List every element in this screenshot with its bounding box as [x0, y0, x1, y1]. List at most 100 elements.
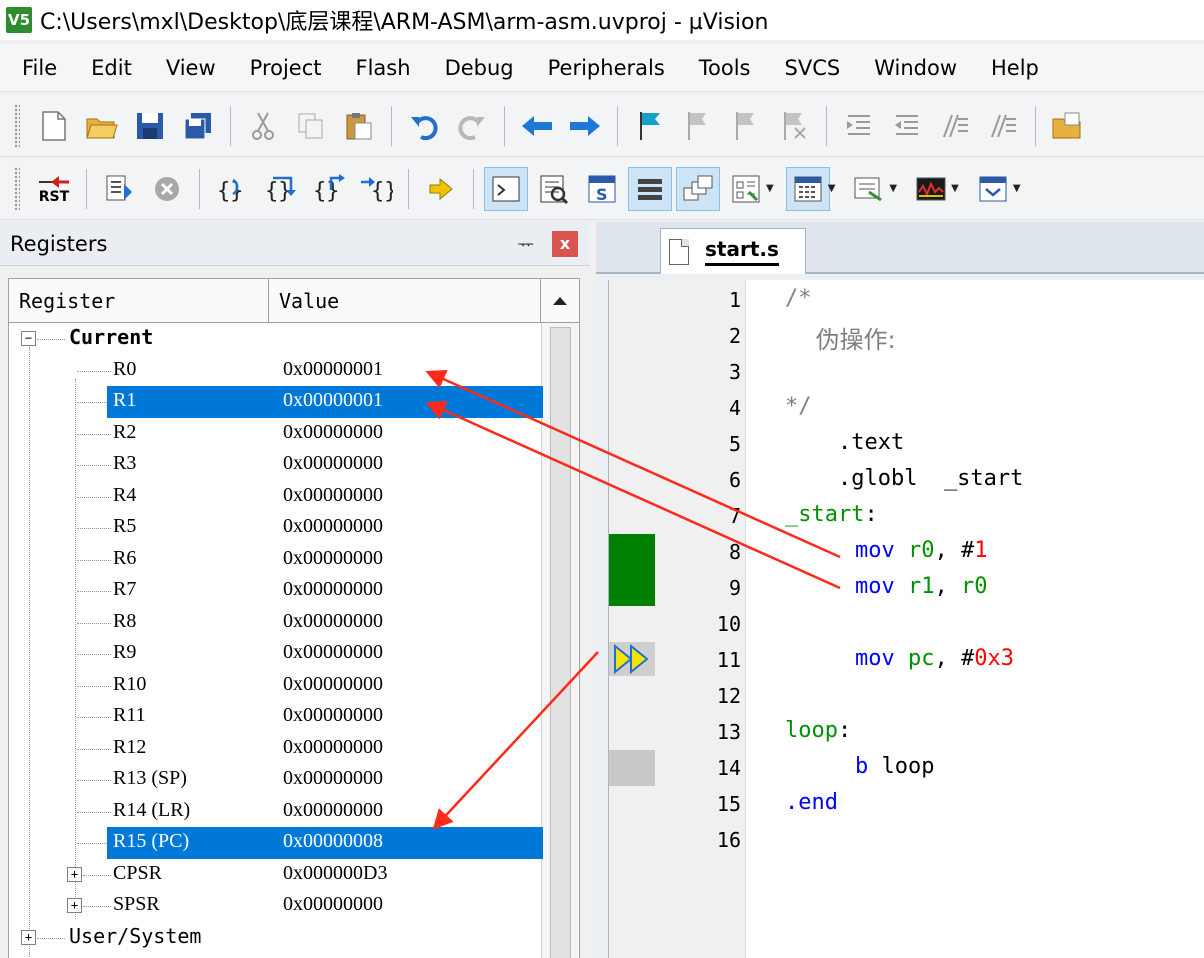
analysis-windows-icon[interactable]	[909, 167, 953, 211]
serial-windows-icon[interactable]	[847, 167, 891, 211]
tab-label: start.s	[705, 237, 779, 266]
menu-view[interactable]: View	[149, 56, 233, 80]
register-row-r13[interactable]: R13 (SP) 0x00000000	[9, 764, 543, 796]
disassembly-window-icon[interactable]	[532, 167, 576, 211]
code-line-8: mov r0, #1	[855, 538, 988, 563]
registers-grid: Register Value − Current R0 0x00000001 R1…	[8, 278, 580, 958]
copy-icon[interactable]	[289, 104, 333, 148]
menu-edit[interactable]: Edit	[74, 56, 149, 80]
line-number: 6	[728, 468, 741, 492]
step-over-icon[interactable]: {}	[258, 167, 302, 211]
register-row-r0[interactable]: R0 0x00000001	[9, 355, 543, 387]
register-row-cpsr[interactable]: + CPSR 0x000000D3	[9, 859, 543, 891]
pin-icon[interactable]: ᅲ	[517, 231, 534, 257]
tree-group-user-system[interactable]: + User/System	[9, 922, 543, 954]
menu-peripherals[interactable]: Peripherals	[531, 56, 682, 80]
run-to-cursor-icon[interactable]: {}	[354, 167, 398, 211]
toolbar-grip[interactable]	[14, 103, 20, 148]
breakpoint-margin[interactable]	[609, 280, 655, 958]
toolbar-grip[interactable]	[14, 166, 20, 211]
menu-flash[interactable]: Flash	[339, 56, 428, 80]
code-coverage-marker	[609, 750, 655, 786]
call-stack-icon[interactable]	[676, 166, 720, 211]
register-row-r11[interactable]: R11 0x00000000	[9, 701, 543, 733]
bookmark-icon[interactable]	[628, 104, 672, 148]
line-number: 3	[728, 360, 741, 384]
register-row-r10[interactable]: R10 0x00000000	[9, 670, 543, 702]
tab-start-s[interactable]: start.s	[660, 228, 806, 274]
vertical-scrollbar[interactable]	[541, 323, 579, 958]
bookmark-next-icon[interactable]	[724, 104, 768, 148]
scrollbar-thumb[interactable]	[550, 327, 571, 958]
register-row-r8[interactable]: R8 0x00000000	[9, 607, 543, 639]
find-in-files-icon[interactable]	[1046, 104, 1090, 148]
register-row-r15[interactable]: R15 (PC) 0x00000008	[9, 827, 543, 859]
save-all-icon[interactable]	[176, 104, 220, 148]
registers-window-icon[interactable]	[628, 166, 672, 211]
register-row-r2[interactable]: R2 0x00000000	[9, 418, 543, 450]
expand-icon[interactable]: +	[21, 929, 36, 945]
register-row-r14[interactable]: R14 (LR) 0x00000000	[9, 796, 543, 828]
reset-icon[interactable]: RST	[32, 167, 76, 211]
tree-group-current[interactable]: − Current	[9, 323, 543, 355]
menu-project[interactable]: Project	[233, 56, 339, 80]
navigate-forward-icon[interactable]	[563, 104, 607, 148]
symbols-window-icon[interactable]: S	[580, 167, 624, 211]
bookmark-prev-icon[interactable]	[676, 104, 720, 148]
register-row-r6[interactable]: R6 0x00000000	[9, 544, 543, 576]
register-row-r7[interactable]: R7 0x00000000	[9, 575, 543, 607]
bookmark-clear-icon[interactable]	[772, 104, 816, 148]
menu-window[interactable]: Window	[857, 56, 974, 80]
memory-windows-icon[interactable]	[785, 166, 830, 211]
expand-icon[interactable]: +	[67, 898, 82, 913]
column-header-register[interactable]: Register	[9, 279, 269, 322]
step-into-icon[interactable]: {}	[210, 167, 254, 211]
unindent-icon[interactable]	[885, 104, 929, 148]
register-row-r9[interactable]: R9 0x00000000	[9, 638, 543, 670]
close-icon[interactable]: x	[552, 230, 578, 257]
register-row-r1[interactable]: R1 0x00000001	[9, 386, 543, 418]
uncomment-icon[interactable]	[981, 104, 1025, 148]
register-row-r3[interactable]: R3 0x00000000	[9, 449, 543, 481]
code-line-13: loop:	[785, 718, 852, 743]
save-icon[interactable]	[128, 104, 172, 148]
menu-file[interactable]: File	[0, 56, 74, 80]
group-label-user-system: User/System	[69, 923, 202, 948]
undo-icon[interactable]	[402, 104, 446, 148]
register-row-r5[interactable]: R5 0x00000000	[9, 512, 543, 544]
run-icon[interactable]	[97, 167, 141, 211]
step-out-icon[interactable]: {}	[306, 167, 350, 211]
new-file-icon[interactable]	[32, 104, 76, 148]
menu-svcs[interactable]: SVCS	[768, 56, 858, 80]
chevron-down-icon[interactable]: ▼	[828, 183, 836, 194]
register-row-spsr[interactable]: + SPSR 0x00000000	[9, 890, 543, 922]
chevron-down-icon[interactable]: ▼	[951, 183, 959, 194]
debug-toolbar: RST {} {} {} {} S ▼ ▼ ▼ ▼ ▼	[0, 158, 1204, 220]
menu-tools[interactable]: Tools	[682, 56, 768, 80]
scroll-up-button[interactable]	[541, 279, 579, 322]
chevron-down-icon[interactable]: ▼	[766, 183, 774, 194]
chevron-down-icon[interactable]: ▼	[1013, 183, 1021, 194]
menu-help[interactable]: Help	[974, 56, 1056, 80]
stop-icon[interactable]	[145, 167, 189, 211]
chevron-down-icon[interactable]: ▼	[889, 183, 897, 194]
paste-icon[interactable]	[337, 104, 381, 148]
redo-icon[interactable]	[450, 104, 494, 148]
cut-icon[interactable]	[241, 104, 285, 148]
expand-icon[interactable]: +	[67, 866, 82, 882]
show-next-statement-icon[interactable]	[419, 167, 463, 211]
register-row-r4[interactable]: R4 0x00000000	[9, 481, 543, 513]
register-row-r12[interactable]: R12 0x00000000	[9, 733, 543, 765]
column-header-value[interactable]: Value	[269, 279, 541, 322]
open-folder-icon[interactable]	[80, 104, 124, 148]
watch-windows-icon[interactable]	[724, 167, 768, 211]
menu-debug[interactable]: Debug	[428, 56, 531, 80]
indent-icon[interactable]	[837, 104, 881, 148]
comment-icon[interactable]	[933, 104, 977, 148]
code-line-14: b loop	[855, 754, 935, 779]
navigate-back-icon[interactable]	[515, 104, 559, 148]
collapse-icon[interactable]: −	[21, 331, 36, 346]
trace-windows-icon[interactable]	[971, 167, 1015, 211]
command-window-icon[interactable]	[484, 166, 528, 211]
code-editor[interactable]: 1 2 3 4 5 6 7 8 9 10 11 12 13 14 15 16 /…	[608, 280, 1204, 958]
